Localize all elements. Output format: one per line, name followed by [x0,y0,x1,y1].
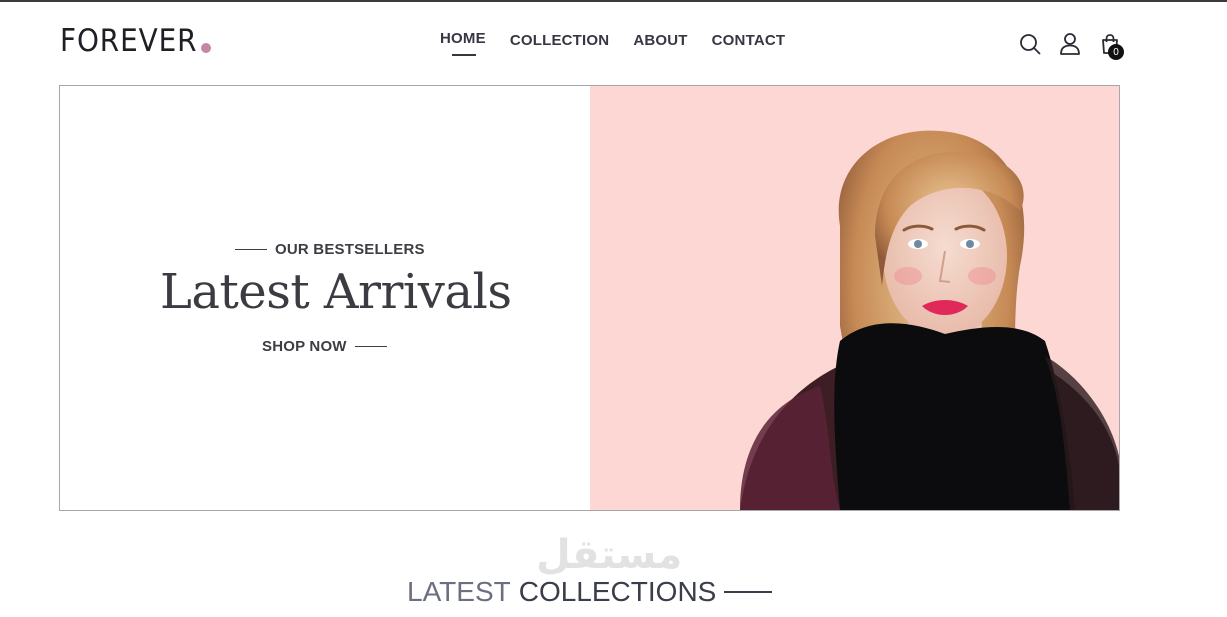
shop-now-link[interactable]: SHOP NOW [262,338,387,355]
hero-text-panel: OUR BESTSELLERS Latest Arrivals SHOP NOW [60,86,590,510]
logo[interactable]: FOREVER [60,23,211,59]
user-icon[interactable] [1058,32,1082,56]
logo-text: FOREVER [60,23,198,59]
section-title-line [724,591,773,593]
nav-contact[interactable]: CONTACT [712,32,786,49]
model-illustration [740,130,1119,510]
user-icon-svg [1060,33,1080,55]
hero-headline: Latest Arrivals [160,264,512,320]
hero-image [590,86,1119,510]
shop-now-line [354,345,387,348]
nav-contact-label: CONTACT [711,32,786,49]
cart-count-badge: 0 [1108,44,1124,60]
hero-eyebrow: OUR BESTSELLERS [235,241,425,258]
section-title-light: LATEST [407,576,511,607]
hero-banner: OUR BESTSELLERS Latest Arrivals SHOP NOW [59,85,1120,511]
header-icons: 0 [1018,32,1124,60]
logo-dot [200,43,211,53]
section-title-dark: COLLECTIONS [518,576,717,607]
nav-active-underline [452,54,476,56]
main-nav: HOME COLLECTION ABOUT CONTACT [440,30,786,56]
watermark-logo: مستقل [536,532,683,578]
site-header: FOREVER HOME COLLECTION ABOUT CONTACT 0 [0,2,1227,86]
shop-now-label: SHOP NOW [262,338,347,355]
search-icon[interactable] [1018,32,1042,56]
nav-about[interactable]: ABOUT [633,32,687,49]
nav-collection[interactable]: COLLECTION [510,32,610,49]
nav-home[interactable]: HOME [440,30,486,56]
eyebrow-text: OUR BESTSELLERS [275,241,425,258]
search-icon-svg [1020,34,1041,55]
latest-collections-title: LATEST COLLECTIONS [407,576,773,608]
nav-collection-label: COLLECTION [509,32,610,49]
nav-about-label: ABOUT [633,32,688,49]
nav-home-label: HOME [440,30,486,47]
cart-icon[interactable]: 0 [1098,32,1124,60]
eyebrow-line [235,248,267,251]
